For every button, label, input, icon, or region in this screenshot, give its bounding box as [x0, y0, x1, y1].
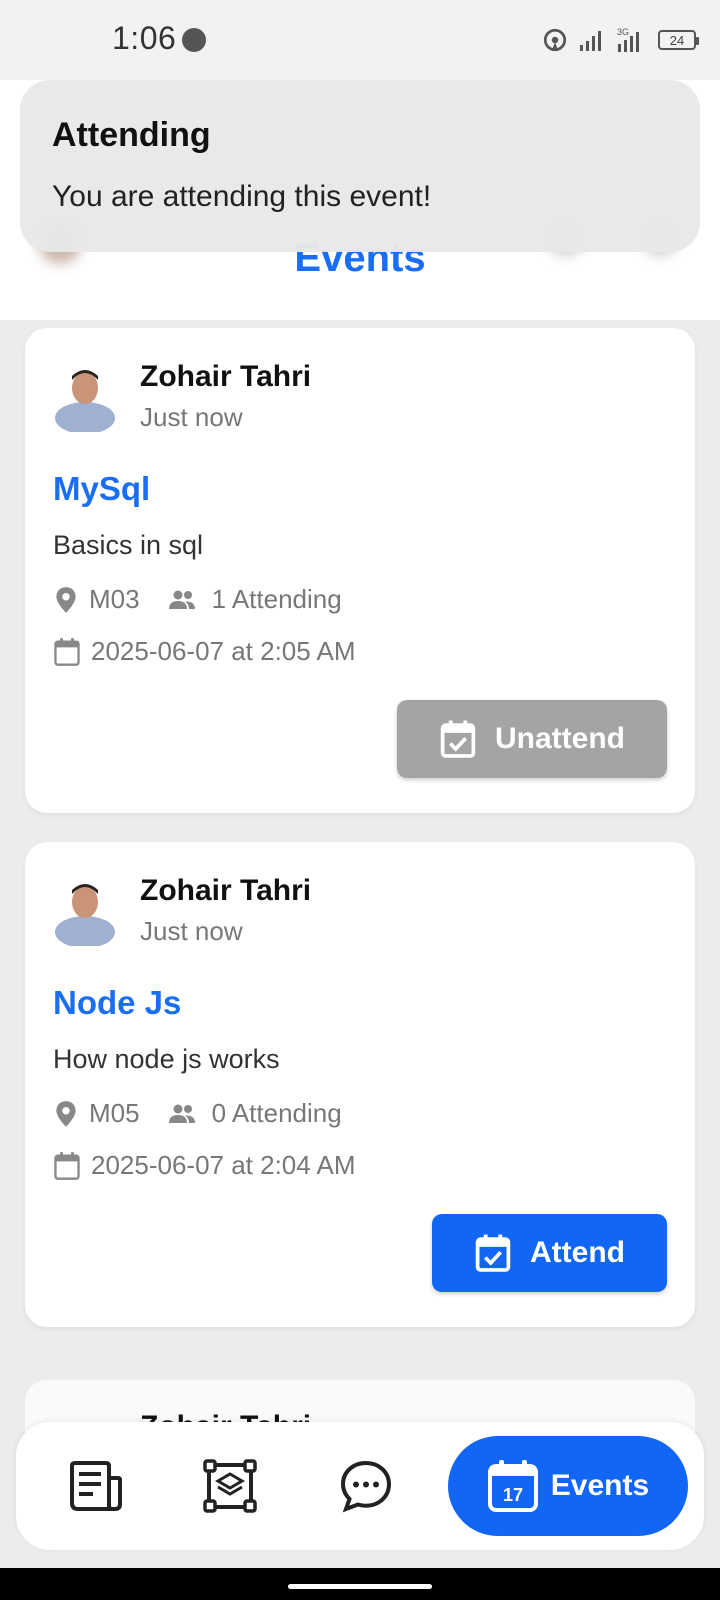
- event-description: How node js works: [53, 1044, 280, 1074]
- calendar-icon: [54, 637, 80, 666]
- attend-button[interactable]: Attend: [432, 1214, 667, 1292]
- event-attending-count: 0 Attending: [211, 1098, 342, 1128]
- nav-events[interactable]: 17 Events: [448, 1436, 688, 1536]
- event-card: Zohair Tahri Just now MySql Basics in sq…: [25, 328, 695, 813]
- signal-3g-icon: 3G: [617, 27, 639, 52]
- toast-title: Attending: [52, 116, 211, 154]
- event-card: Zohair Tahri Just now Node Js How node j…: [25, 842, 695, 1327]
- calendar-check-icon: [475, 1234, 511, 1272]
- status-time: 1:06: [112, 20, 177, 56]
- status-icons: 3G 24: [542, 24, 699, 56]
- people-icon: [168, 1104, 195, 1123]
- newspaper-icon: [70, 1461, 122, 1511]
- battery-level: 24: [669, 32, 685, 48]
- nav-chat[interactable]: [338, 1458, 394, 1514]
- event-description: Basics in sql: [53, 530, 204, 560]
- event-attending-count: 1 Attending: [211, 584, 342, 614]
- author-avatar[interactable]: [55, 360, 115, 432]
- post-time: Just now: [140, 916, 243, 946]
- event-title[interactable]: Node Js: [53, 984, 181, 1022]
- calendar-icon: 17: [487, 1460, 538, 1512]
- battery-icon: 24: [658, 30, 699, 50]
- post-time: Just now: [140, 402, 243, 432]
- notification-dot-icon: [182, 28, 206, 52]
- signal-icon: [580, 31, 601, 51]
- event-datetime: 2025-06-07 at 2:05 AM: [91, 636, 356, 666]
- nav-events-label: Events: [550, 1469, 650, 1502]
- event-title[interactable]: MySql: [53, 470, 150, 508]
- calendar-day: 17: [503, 1485, 523, 1505]
- location-pin-icon: [56, 586, 76, 613]
- toast-message: You are attending this event!: [52, 180, 432, 213]
- event-datetime: 2025-06-07 at 2:04 AM: [91, 1150, 356, 1180]
- unattend-button[interactable]: Unattend: [397, 700, 667, 778]
- people-icon: [168, 590, 195, 609]
- hotspot-icon: [543, 28, 567, 52]
- location-pin-icon: [56, 1100, 76, 1127]
- chat-icon: [340, 1460, 392, 1513]
- home-indicator[interactable]: [288, 1584, 432, 1589]
- attend-button-label: Attend: [530, 1236, 625, 1269]
- status-bar: 1:06 3G 24: [0, 0, 720, 80]
- event-date-row: 2025-06-07 at 2:04 AM: [53, 1150, 356, 1181]
- toast-notification: Attending You are attending this event!: [20, 80, 700, 252]
- bottom-navigation: 17 Events: [16, 1422, 704, 1550]
- nav-resources[interactable]: [202, 1458, 258, 1514]
- event-location: M03: [89, 584, 140, 614]
- event-date-row: 2025-06-07 at 2:05 AM: [53, 636, 356, 667]
- svg-text:3G: 3G: [617, 27, 629, 37]
- layers-icon: [203, 1459, 257, 1513]
- event-meta-row: M03 1 Attending: [53, 584, 342, 615]
- event-location: M05: [89, 1098, 140, 1128]
- calendar-icon: [54, 1151, 80, 1180]
- author-name: Zohair Tahri: [140, 360, 312, 393]
- author-avatar[interactable]: [55, 874, 115, 946]
- unattend-button-label: Unattend: [495, 722, 625, 755]
- author-name: Zohair Tahri: [140, 874, 312, 907]
- nav-news[interactable]: [68, 1458, 124, 1514]
- event-meta-row: M05 0 Attending: [53, 1098, 342, 1129]
- calendar-check-icon: [440, 720, 476, 758]
